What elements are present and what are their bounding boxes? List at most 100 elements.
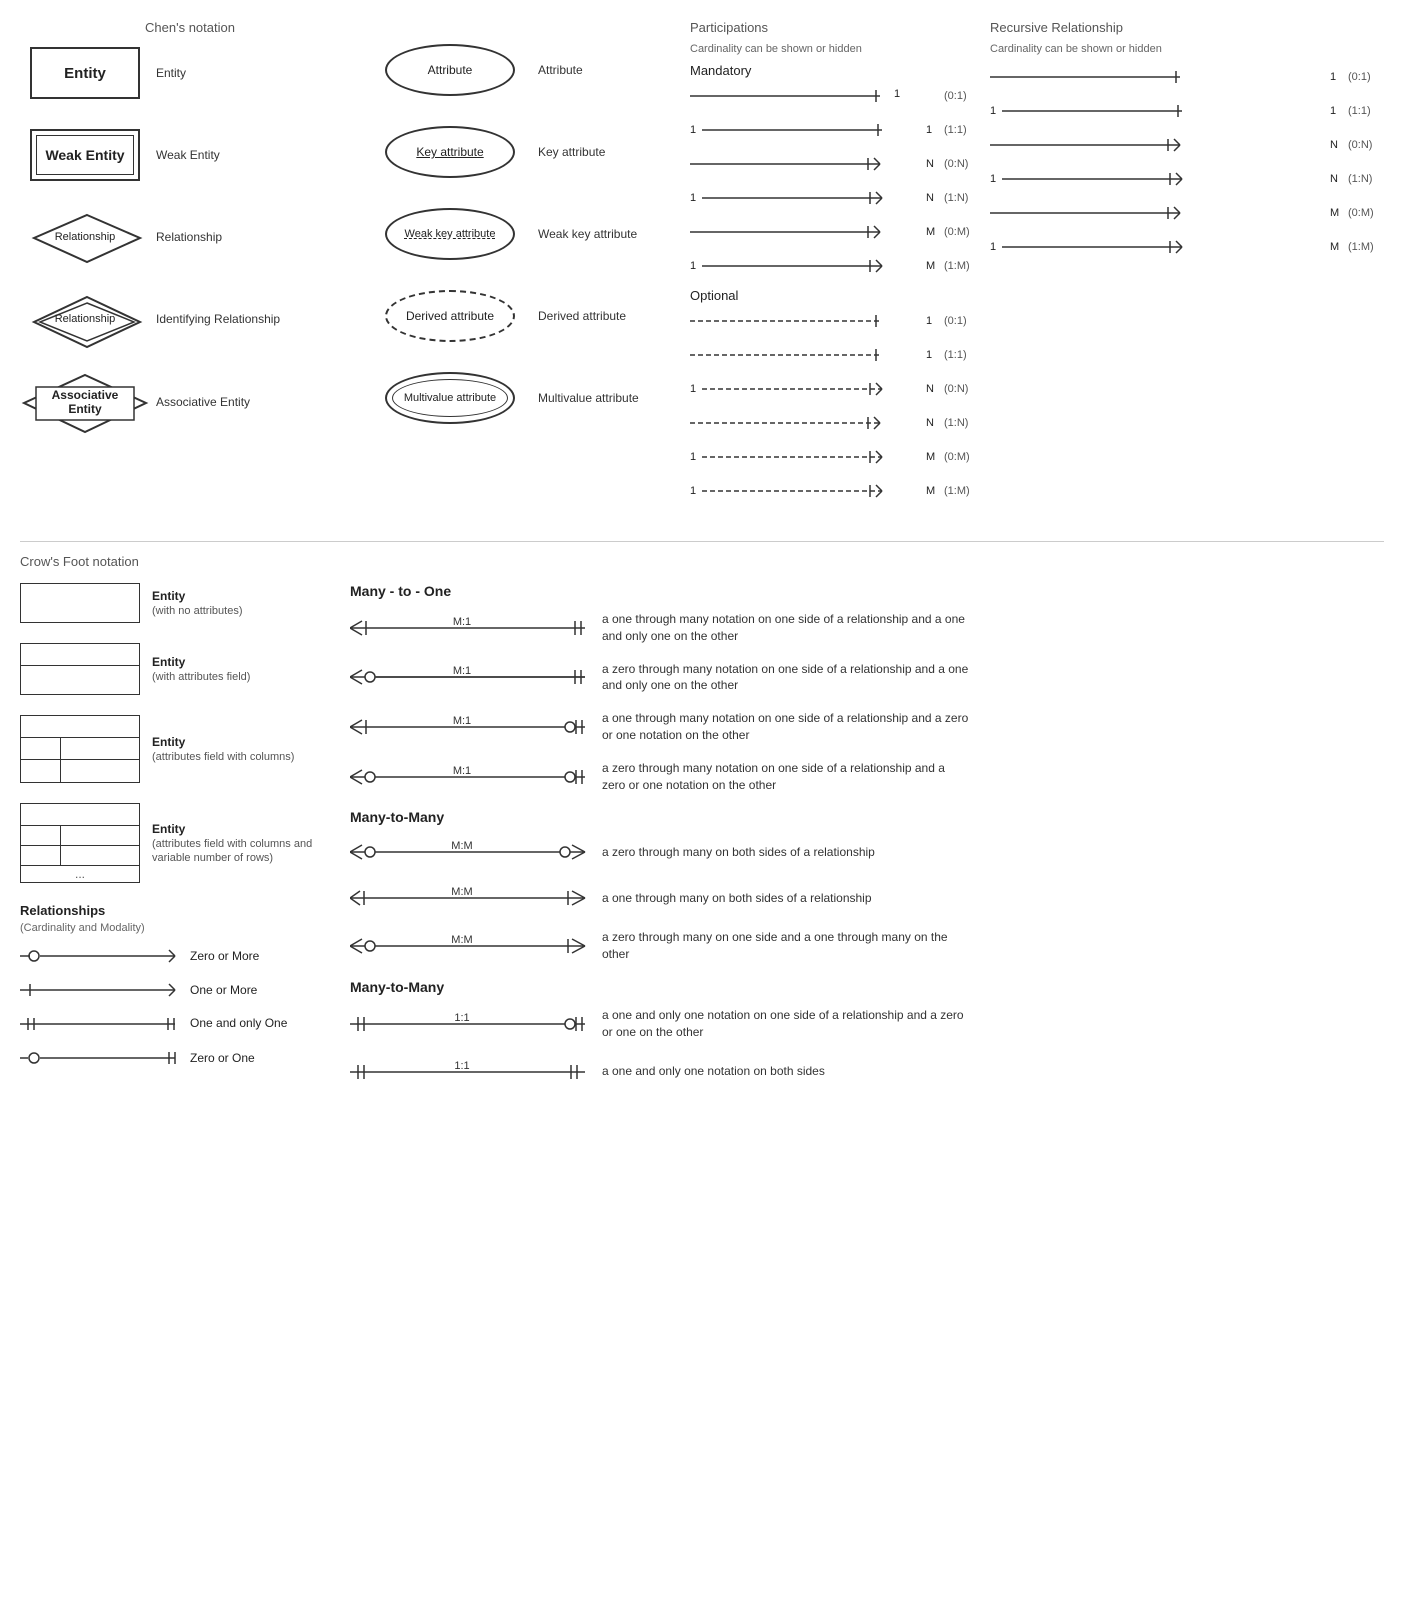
- chens-relationship-shape: Relationship: [20, 211, 150, 263]
- part-line-2: [690, 154, 926, 174]
- 11-line-0: 1:1: [350, 1009, 590, 1039]
- rec-line-5: [1002, 237, 1328, 257]
- 11-row-0: 1:1 a one and only one notation on one s…: [350, 1007, 1384, 1041]
- chens-row-identifying: Relationship Identifying Relationship: [20, 289, 360, 349]
- attr-multivalue-label: Multivalue attribute: [530, 391, 680, 405]
- mm-desc-0: a zero through many on both sides of a r…: [590, 844, 875, 861]
- part-mandatory-1: 1 1 (1:1): [690, 116, 980, 144]
- chens-identifying-shape: Relationship: [20, 293, 150, 345]
- identifying-label: Identifying Relationship: [150, 312, 360, 326]
- legend-zero-more: Zero or More: [20, 944, 320, 968]
- part-optional-3: N (1:N): [690, 409, 980, 437]
- chens-row-weak-entity: Weak Entity Weak Entity: [20, 125, 360, 185]
- rec-row-0: 1 (0:1): [990, 63, 1384, 91]
- svg-text:1:1: 1:1: [454, 1060, 469, 1072]
- part-opt-line-3: [690, 413, 926, 433]
- rec-row-3: 1 N (1:N): [990, 165, 1384, 193]
- 11-desc-0: a one and only one notation on one side …: [590, 1007, 970, 1041]
- 11-line-1: 1:1: [350, 1057, 590, 1087]
- attr-row-multivalue: Multivalue attribute Multivalue attribut…: [370, 368, 680, 428]
- m1-desc-3: a zero through many notation on one side…: [590, 760, 970, 794]
- crow-entity-row-plain: Entity (with no attributes): [20, 583, 330, 623]
- legend-one-only-line: [20, 1012, 180, 1036]
- rec-line-2: [990, 135, 1330, 155]
- weak-entity-label: Weak Entity: [150, 148, 360, 162]
- attr-row-normal: Attribute Attribute: [370, 40, 680, 100]
- many-to-many-title: Many-to-Many: [350, 809, 1384, 825]
- attr-derived-label: Derived attribute: [530, 309, 680, 323]
- attr-key-shape: Key attribute: [370, 126, 530, 178]
- chens-row-relationship: Relationship Relationship: [20, 207, 360, 267]
- crow-entity-var: ...: [20, 803, 140, 883]
- relationship-label: Relationship: [150, 230, 360, 244]
- part-title: Participations: [690, 20, 980, 35]
- mm-row-1: M:M a one through many on both sides of …: [350, 883, 1384, 913]
- svg-text:1:1: 1:1: [454, 1012, 469, 1024]
- legend-zero-one-label: Zero or One: [180, 1051, 255, 1065]
- attr-key-label: Key attribute: [530, 145, 680, 159]
- relationship-diamond: Relationship: [30, 211, 140, 263]
- part-line-1: [702, 120, 924, 140]
- m1-line-1: M:1: [350, 662, 590, 692]
- attr-normal-shape: Attribute: [370, 44, 530, 96]
- attr-normal-label: Attribute: [530, 63, 680, 77]
- svg-text:M:1: M:1: [453, 616, 471, 628]
- part-mandatory-0: 1 (0:1): [690, 82, 980, 110]
- attr-weak-key-shape: Weak key attribute: [370, 208, 530, 260]
- m1-line-2: M:1: [350, 712, 590, 742]
- key-attr-ellipse: Key attribute: [385, 126, 515, 178]
- multivalue-attr-ellipse: Multivalue attribute: [385, 372, 515, 424]
- crow-entity-var-label: Entity (attributes field with columns an…: [140, 822, 312, 864]
- rec-line-0: [990, 67, 1330, 87]
- crow-entity-attr: [20, 643, 140, 695]
- part-line-5: [702, 256, 924, 276]
- assoc-entity-box: AssociativeEntity: [20, 371, 150, 433]
- legend-zero-more-label: Zero or More: [180, 949, 259, 963]
- m1-line-0: M:1: [350, 613, 590, 643]
- m1-line-3: M:1: [350, 762, 590, 792]
- part-mandatory-5: 1 M (1:M): [690, 252, 980, 280]
- 11-row-1: 1:1 a one and only one notation on both …: [350, 1057, 1384, 1087]
- attr-multivalue-shape: Multivalue attribute: [370, 372, 530, 424]
- svg-text:M:M: M:M: [451, 840, 472, 852]
- crow-entity-row-var: ... Entity (attributes field with column…: [20, 803, 330, 883]
- part-opt-line-4: [702, 447, 924, 467]
- one-to-one-title: Many-to-Many: [350, 979, 1384, 995]
- legend-one-only: One and only One: [20, 1012, 320, 1036]
- mm-line-0: M:M: [350, 837, 590, 867]
- m1-row-1: M:1 a zero through many notation on one …: [350, 661, 1384, 695]
- crows-title: Crow's Foot notation: [20, 554, 1384, 569]
- legend-zero-one: Zero or One: [20, 1046, 320, 1070]
- rec-row-2: N (0:N): [990, 131, 1384, 159]
- entity-label: Entity: [150, 66, 360, 80]
- part-optional-4: 1 M (0:M): [690, 443, 980, 471]
- svg-text:M:M: M:M: [451, 934, 472, 946]
- many-to-one-title: Many - to - One: [350, 583, 1384, 599]
- mm-row-2: M:M a zero through many on one side and …: [350, 929, 1384, 963]
- rec-line-4: [990, 203, 1330, 223]
- mm-desc-1: a one through many on both sides of a re…: [590, 890, 872, 907]
- legend-one-more-label: One or More: [180, 983, 257, 997]
- crow-entity-plain: [20, 583, 140, 623]
- rec-line-1: [1002, 101, 1328, 121]
- mm-row-0: M:M a zero through many on both sides of…: [350, 837, 1384, 867]
- chens-row-assoc: AssociativeEntity Associative Entity: [20, 371, 360, 433]
- m1-desc-0: a one through many notation on one side …: [590, 611, 970, 645]
- part-mandatory-2: N (0:N): [690, 150, 980, 178]
- attr-weak-key-label: Weak key attribute: [530, 227, 680, 241]
- legend-one-more: One or More: [20, 978, 320, 1002]
- chens-col: Chen's notation Entity Entity Weak Entit…: [20, 20, 360, 511]
- svg-text:M:1: M:1: [453, 765, 471, 777]
- chens-entity-shape: Entity: [20, 47, 150, 99]
- crows-section: Crow's Foot notation Entity (with no att…: [20, 554, 1384, 1103]
- recursive-title: Recursive Relationship: [990, 20, 1384, 35]
- assoc-entity-label: Associative Entity: [150, 395, 360, 409]
- rec-row-4: M (0:M): [990, 199, 1384, 227]
- part-optional-2: 1 N (0:N): [690, 375, 980, 403]
- chens-title: Chen's notation: [20, 20, 360, 35]
- crows-legend: Relationships (Cardinality and Modality): [20, 903, 320, 1070]
- m1-row-0: M:1 a one through many notation on one s…: [350, 611, 1384, 645]
- attribute-ellipse: Attribute: [385, 44, 515, 96]
- part-opt-line-1: [690, 345, 926, 365]
- mm-line-1: M:M: [350, 883, 590, 913]
